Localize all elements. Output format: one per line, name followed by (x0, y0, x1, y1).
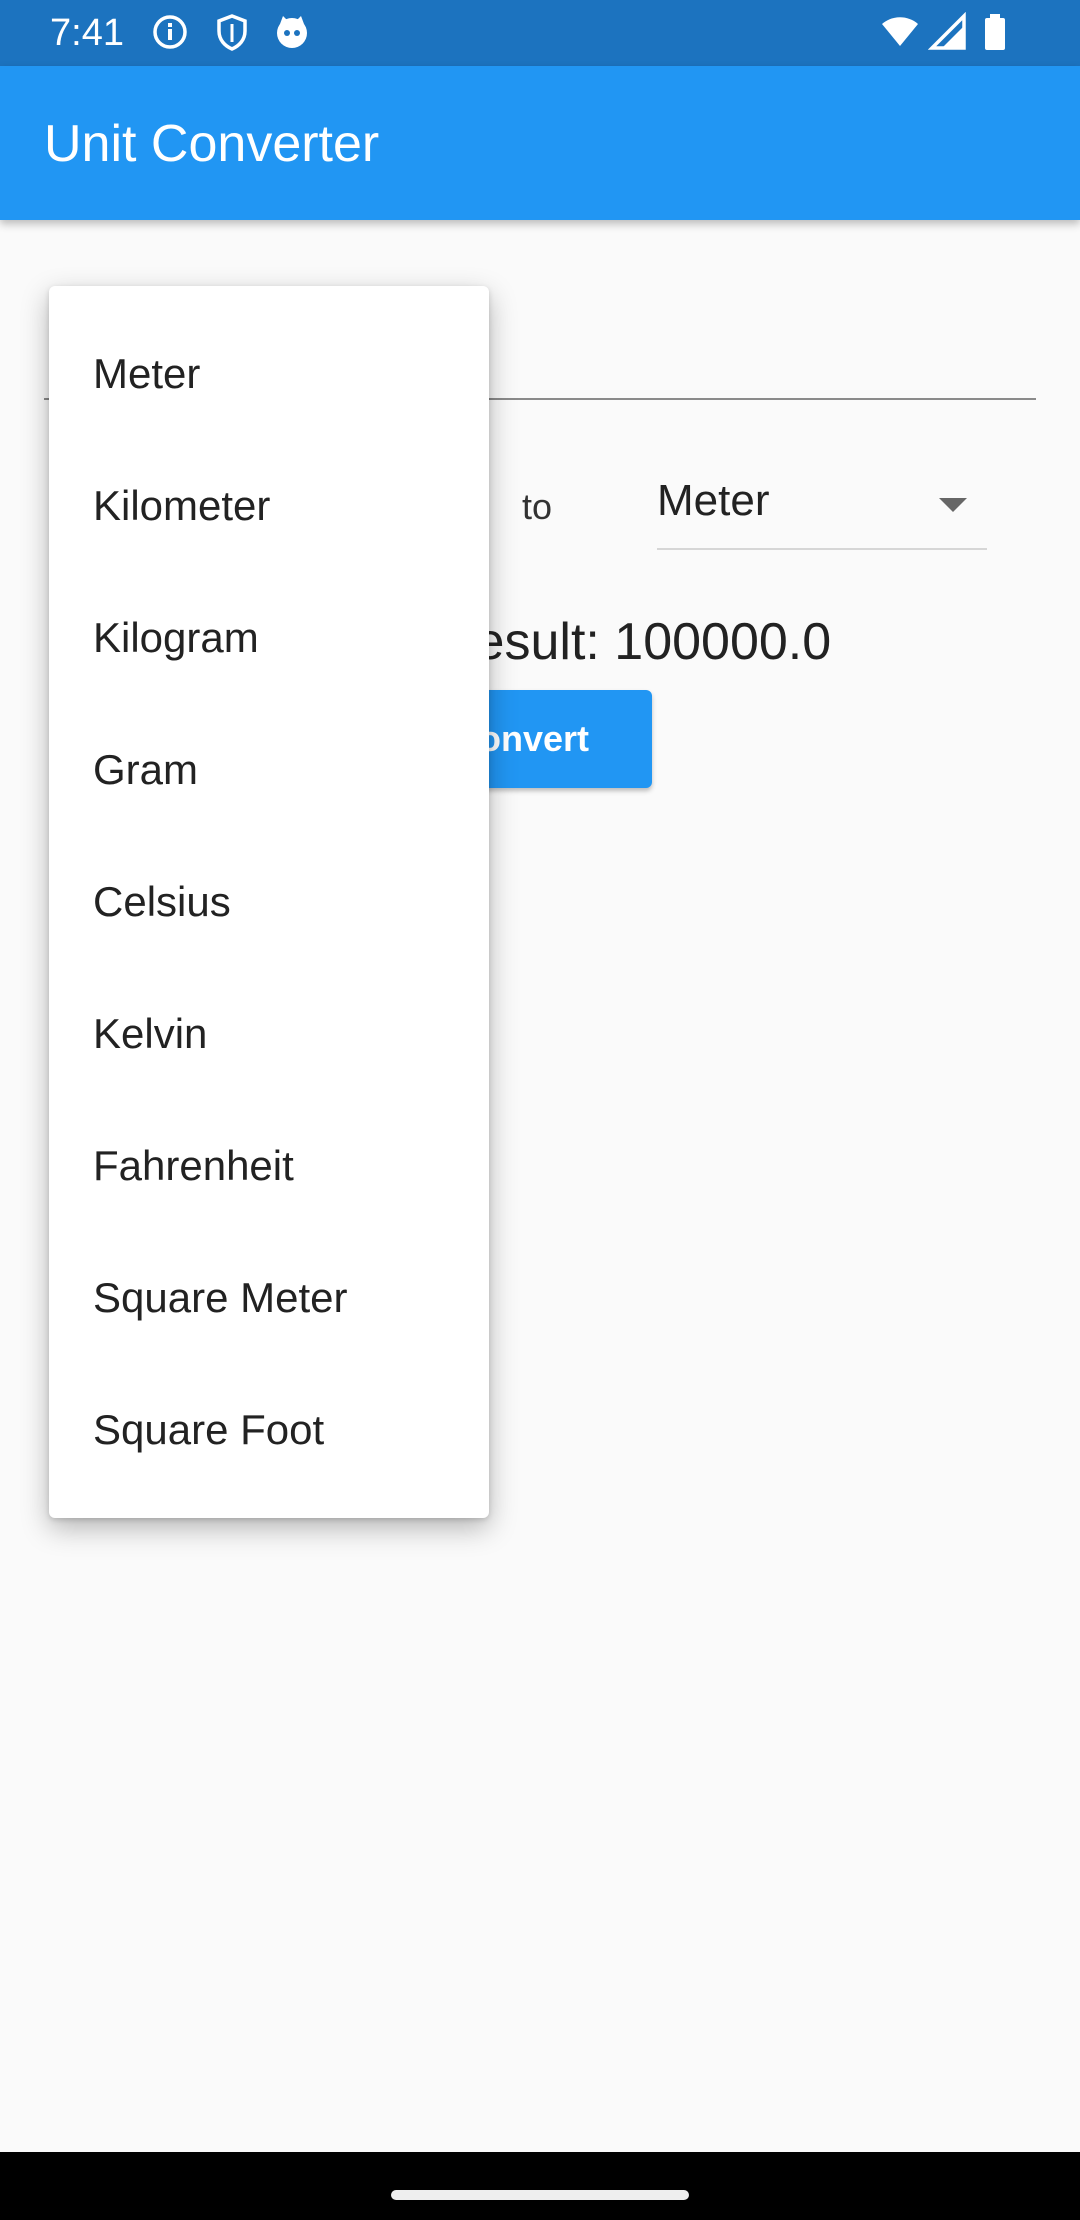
menu-item-fahrenheit[interactable]: Fahrenheit (49, 1100, 489, 1232)
cat-icon (277, 16, 307, 48)
menu-item-kelvin[interactable]: Kelvin (49, 968, 489, 1100)
battery-icon (985, 14, 1005, 50)
signal-icon (928, 12, 966, 50)
menu-item-square-meter[interactable]: Square Meter (49, 1232, 489, 1364)
to-unit-value: Meter (657, 476, 770, 525)
status-bar: 7:41 (0, 0, 1080, 66)
app-bar: Unit Converter (0, 66, 1080, 220)
from-unit-menu: Meter Kilometer Kilogram Gram Celsius Ke… (49, 286, 489, 1518)
menu-item-square-foot[interactable]: Square Foot (49, 1364, 489, 1496)
screen: 7:41 Unit Converter to Meter Result: 100… (0, 0, 1080, 2220)
menu-item-gram[interactable]: Gram (49, 704, 489, 836)
menu-item-kilogram[interactable]: Kilogram (49, 572, 489, 704)
status-time: 7:41 (50, 12, 124, 54)
menu-item-celsius[interactable]: Celsius (49, 836, 489, 968)
caret-down-icon (939, 498, 967, 512)
home-handle[interactable] (391, 2190, 689, 2200)
result-text: Result: 100000.0 (438, 613, 832, 671)
menu-item-kilometer[interactable]: Kilometer (49, 440, 489, 572)
page-title: Unit Converter (44, 115, 380, 173)
info-icon (153, 15, 187, 49)
menu-item-meter[interactable]: Meter (49, 308, 489, 440)
nav-bar (0, 2152, 1080, 2220)
wifi-icon (882, 17, 918, 46)
to-label: to (522, 486, 553, 527)
to-unit-dropdown[interactable]: Meter (657, 460, 987, 550)
shield-icon (217, 14, 247, 51)
